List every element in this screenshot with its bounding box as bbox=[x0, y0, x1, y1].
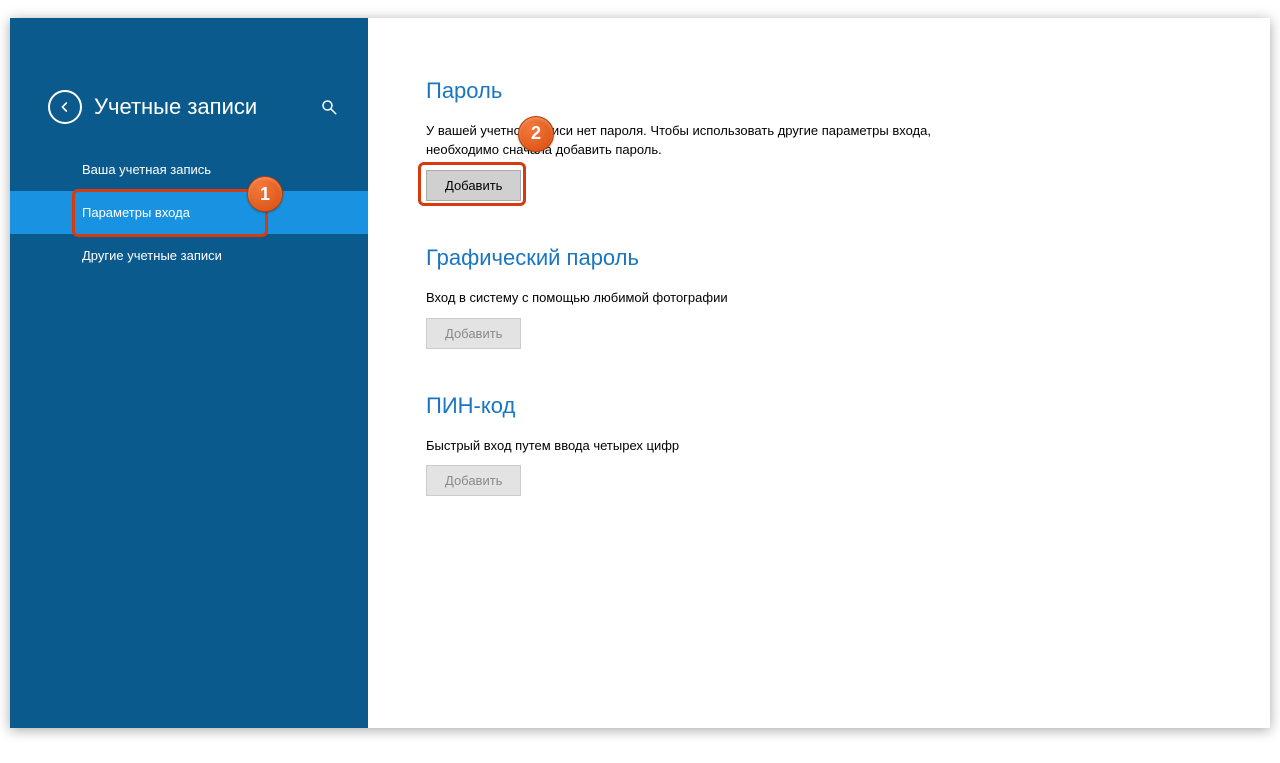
sidebar-item-other-accounts[interactable]: Другие учетные записи bbox=[10, 234, 368, 277]
content-pane: Пароль У вашей учетной записи нет пароля… bbox=[368, 18, 1270, 728]
picture-password-section: Графический пароль Вход в систему с помо… bbox=[426, 245, 1230, 349]
password-add-button[interactable]: Добавить bbox=[426, 170, 521, 201]
password-button-wrap: Добавить 2 bbox=[426, 170, 521, 201]
pin-section: ПИН-код Быстрый вход путем ввода четырех… bbox=[426, 393, 1230, 497]
sidebar-item-your-account[interactable]: Ваша учетная запись bbox=[10, 148, 368, 191]
settings-window: Учетные записи Ваша учетная запись Парам… bbox=[10, 18, 1270, 728]
sidebar-item-label: Другие учетные записи bbox=[82, 248, 222, 263]
sidebar-nav: Ваша учетная запись Параметры входа 1 Др… bbox=[10, 148, 368, 277]
picture-password-description: Вход в систему с помощью любимой фотогра… bbox=[426, 289, 946, 308]
sidebar-item-label: Параметры входа bbox=[82, 205, 190, 220]
arrow-left-icon bbox=[57, 99, 73, 115]
sidebar: Учетные записи Ваша учетная запись Парам… bbox=[10, 18, 368, 728]
annotation-badge-2: 2 bbox=[518, 116, 554, 152]
sidebar-item-signin-options[interactable]: Параметры входа 1 bbox=[10, 191, 368, 234]
pin-description: Быстрый вход путем ввода четырех цифр bbox=[426, 437, 946, 456]
search-icon[interactable] bbox=[320, 98, 338, 121]
password-title: Пароль bbox=[426, 78, 1230, 104]
sidebar-header: Учетные записи bbox=[48, 90, 257, 124]
back-button[interactable] bbox=[48, 90, 82, 124]
pin-title: ПИН-код bbox=[426, 393, 1230, 419]
picture-password-title: Графический пароль bbox=[426, 245, 1230, 271]
pin-add-button: Добавить bbox=[426, 465, 521, 496]
sidebar-title: Учетные записи bbox=[94, 94, 257, 120]
sidebar-item-label: Ваша учетная запись bbox=[82, 162, 211, 177]
password-description: У вашей учетной записи нет пароля. Чтобы… bbox=[426, 122, 946, 160]
password-section: Пароль У вашей учетной записи нет пароля… bbox=[426, 78, 1230, 201]
picture-password-add-button: Добавить bbox=[426, 318, 521, 349]
